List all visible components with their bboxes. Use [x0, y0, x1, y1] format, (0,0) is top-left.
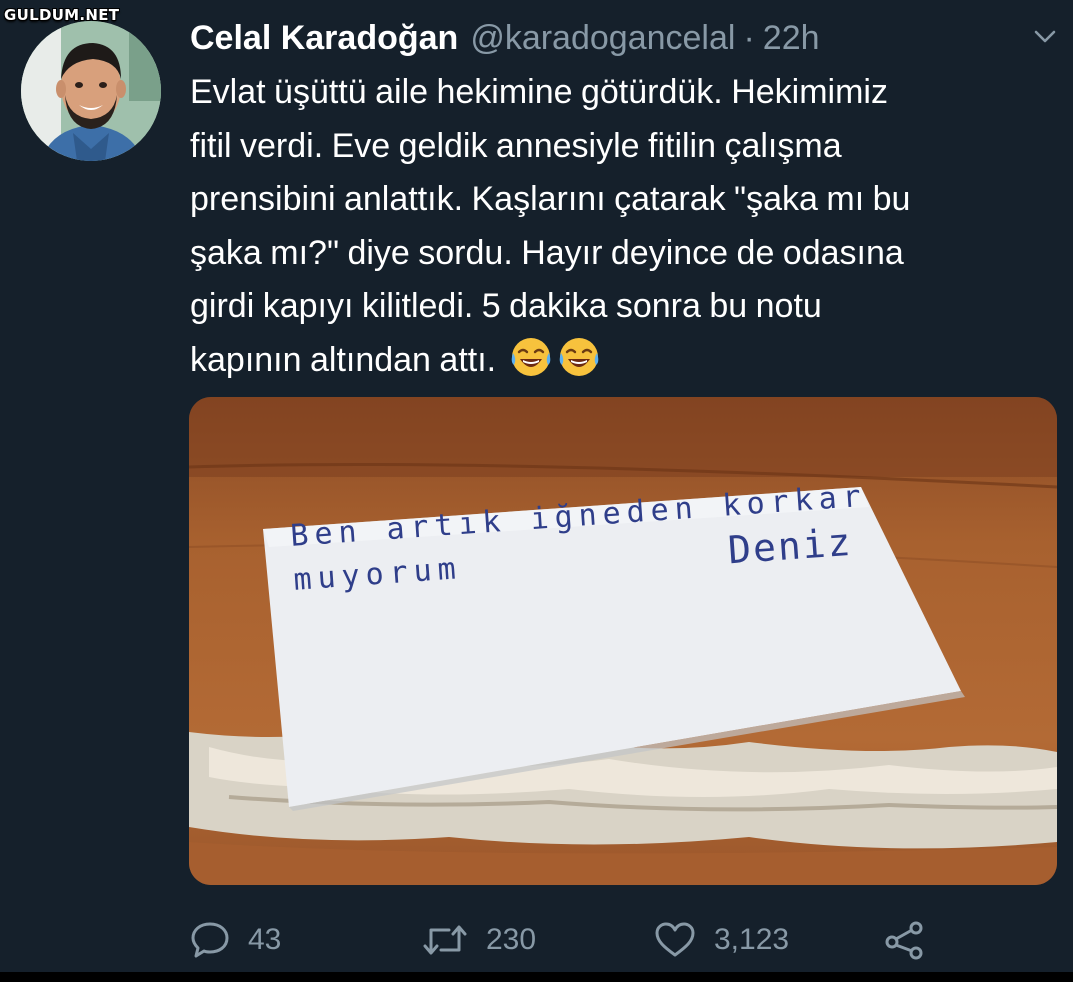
- retweet-icon: [423, 925, 467, 955]
- reply-button[interactable]: 43: [190, 915, 281, 965]
- like-count: 3,123: [714, 923, 790, 956]
- reply-count: 43: [248, 923, 282, 956]
- note-photo: [189, 397, 1057, 885]
- retweet-count: 230: [486, 923, 537, 956]
- tweet-text-line-last: kapının altından attı.: [190, 334, 1060, 388]
- user-handle[interactable]: @karadogancelal: [470, 19, 735, 58]
- note-signature: Deniz: [726, 519, 854, 573]
- like-icon: [655, 922, 695, 957]
- tweet-text-line: prensibini anlattık. Kaşlarını çatarak "…: [190, 180, 911, 218]
- tweet-header: Celal Karadoğan @karadogancelal · 22h: [190, 14, 1030, 62]
- tweet-text: Evlat üşüttü aile hekimine götürdük. Hek…: [190, 66, 1060, 387]
- avatar[interactable]: [21, 21, 161, 161]
- like-button[interactable]: 3,123: [654, 915, 789, 965]
- share-button[interactable]: [884, 915, 944, 965]
- avatar-photo: [21, 21, 161, 161]
- face-with-tears-of-joy-icon: [559, 337, 598, 376]
- reply-icon: [191, 922, 229, 958]
- timestamp[interactable]: 22h: [763, 19, 820, 58]
- display-name[interactable]: Celal Karadoğan: [190, 19, 458, 58]
- tweet-actions: 43 230 3,123: [190, 915, 950, 965]
- tweet-text-line: fitil verdi. Eve geldik annesiyle fitili…: [190, 126, 842, 165]
- tweet-media-photo[interactable]: Ben artık iğneden korkar muyorum Deniz: [189, 397, 1057, 885]
- tweet-text-line: kapının altından attı.: [190, 340, 497, 379]
- tweet-text-line: Evlat üşüttü aile hekimine götürdük. Hek…: [190, 73, 888, 111]
- share-icon: [885, 921, 923, 960]
- bottom-border: [0, 972, 1073, 982]
- chevron-down-icon[interactable]: [1030, 22, 1060, 52]
- tweet-text-line: şaka mı?" diye sordu. Hayır deyince de o…: [190, 233, 904, 272]
- header-separator: ·: [743, 18, 755, 57]
- retweet-button[interactable]: 230: [422, 915, 536, 965]
- tweet-text-line: girdi kapıyı kilitledi. 5 dakika sonra b…: [190, 287, 822, 325]
- face-with-tears-of-joy-icon: [511, 337, 550, 376]
